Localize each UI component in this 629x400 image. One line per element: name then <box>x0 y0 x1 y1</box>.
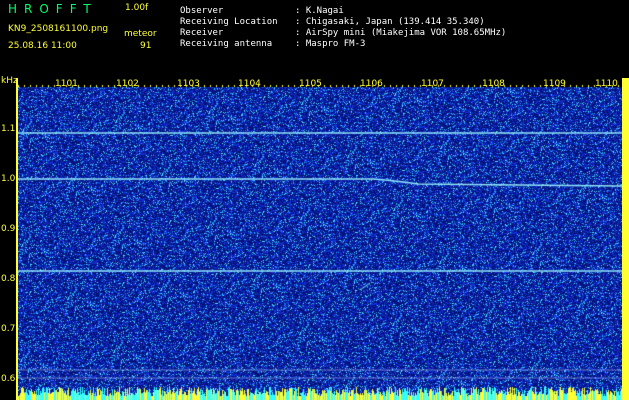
y-axis-line <box>16 78 18 400</box>
x-tick-label: 1105 <box>299 79 322 89</box>
x-tick-label: 1110 <box>595 79 618 89</box>
y-tick-label: 1.1 <box>1 124 16 134</box>
x-tick-label: 1103 <box>177 79 200 89</box>
spectrogram-canvas <box>18 78 622 400</box>
meteor-label: meteor <box>124 29 157 39</box>
meteor-count: 91 <box>140 41 152 51</box>
spectrogram <box>18 78 622 400</box>
receiver-value: : AirSpy mini (Miakejima VOR 108.65MHz) <box>295 28 507 38</box>
capture-datetime: 25.08.16 11:00 <box>8 41 77 51</box>
x-tick-label: 1107 <box>421 79 444 89</box>
file-name: KN9_2508161100.png <box>8 24 109 34</box>
x-tick-label: 1101 <box>55 79 78 89</box>
app-brand: HROFFT <box>8 2 98 16</box>
receiver-label: Receiver <box>180 28 224 38</box>
x-tick-label: 1102 <box>116 79 139 89</box>
location-label: Receiving Location <box>180 17 278 27</box>
y-tick-label: 0.6 <box>1 374 16 384</box>
x-tick-label: 1109 <box>543 79 566 89</box>
right-edge-bar <box>622 78 629 400</box>
y-tick-label: 0.7 <box>1 324 16 334</box>
app-version: 1.00f <box>125 3 149 13</box>
x-tick-label: 1108 <box>482 79 505 89</box>
observer-value: : K.Nagai <box>295 6 344 16</box>
y-tick-label: 1.0 <box>1 174 16 184</box>
y-tick-label: 0.9 <box>1 224 16 234</box>
antenna-label: Receiving antenna <box>180 39 273 49</box>
header-panel: HROFFT 1.00f KN9_2508161100.png meteor 9… <box>0 0 629 78</box>
observer-label: Observer <box>180 6 224 16</box>
antenna-value: : Maspro FM-3 <box>295 39 366 49</box>
y-tick-label: 0.8 <box>1 274 16 284</box>
location-value: : Chigasaki, Japan (139.414 35.340) <box>295 17 485 27</box>
x-tick-label: 1106 <box>360 79 383 89</box>
x-tick-label: 1104 <box>238 79 261 89</box>
